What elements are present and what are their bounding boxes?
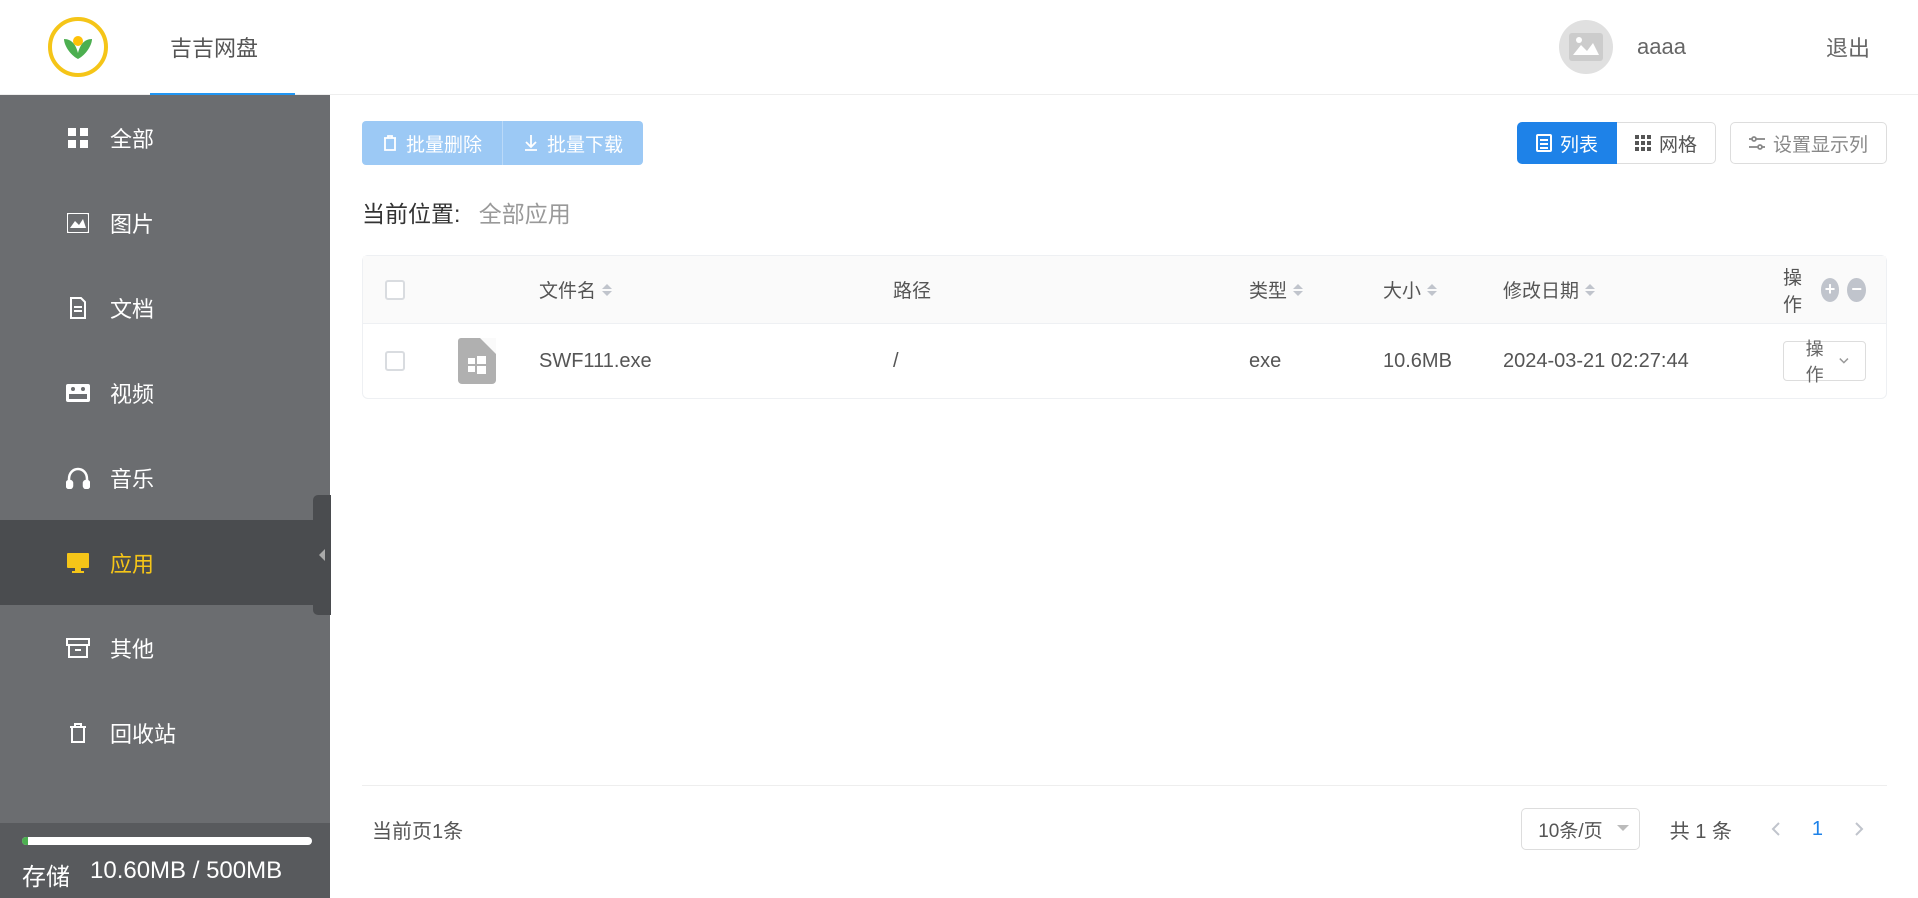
breadcrumb: 当前位置: 全部应用 bbox=[362, 195, 1887, 229]
file-name-cell[interactable]: SWF111.exe bbox=[527, 350, 881, 373]
file-table: 文件名 路径 类型 大小 修改日期 操作 + − SWF111.exe / ex… bbox=[362, 255, 1887, 399]
sidebar-item-music[interactable]: 音乐 bbox=[0, 435, 330, 520]
storage-progress bbox=[22, 837, 312, 845]
image-icon bbox=[66, 211, 90, 235]
current-page-info: 当前页1条 bbox=[372, 815, 463, 844]
sidebar-item-trash[interactable]: 回收站 bbox=[0, 690, 330, 775]
sort-icon bbox=[602, 278, 612, 302]
breadcrumb-value[interactable]: 全部应用 bbox=[479, 201, 571, 227]
remove-column-button[interactable]: − bbox=[1847, 278, 1866, 302]
table-row: SWF111.exe / exe 10.6MB 2024-03-21 02:27… bbox=[363, 324, 1886, 398]
batch-delete-button[interactable]: 批量删除 bbox=[362, 121, 502, 165]
sliders-icon bbox=[1749, 136, 1765, 150]
file-date-cell: 2024-03-21 02:27:44 bbox=[1491, 350, 1771, 373]
sidebar-item-video[interactable]: 视频 bbox=[0, 350, 330, 435]
column-header-name[interactable]: 文件名 bbox=[527, 276, 881, 303]
video-icon bbox=[66, 381, 90, 405]
sort-icon bbox=[1427, 278, 1437, 302]
trash-icon bbox=[382, 134, 398, 152]
sidebar-item-docs[interactable]: 文档 bbox=[0, 265, 330, 350]
exe-file-icon bbox=[458, 338, 496, 384]
pagination-footer: 当前页1条 10条/页 共 1 条 1 bbox=[362, 785, 1887, 872]
select-all-checkbox[interactable] bbox=[385, 280, 405, 300]
logo-icon bbox=[48, 17, 108, 77]
headphones-icon bbox=[66, 466, 90, 490]
column-header-type[interactable]: 类型 bbox=[1237, 276, 1371, 303]
file-path-cell: / bbox=[881, 350, 1237, 373]
storage-values: 10.60MB / 500MB bbox=[90, 857, 282, 892]
main-content: 批量删除 批量下载 列表 网格 设置显示列 bbox=[330, 95, 1918, 898]
sidebar-item-label: 应用 bbox=[110, 547, 154, 579]
sidebar-item-apps[interactable]: 应用 bbox=[0, 520, 330, 605]
sidebar-item-other[interactable]: 其他 bbox=[0, 605, 330, 690]
sidebar-collapse-button[interactable] bbox=[313, 495, 331, 615]
list-view-button[interactable]: 列表 bbox=[1517, 122, 1617, 164]
row-operation-button[interactable]: 操作 bbox=[1783, 341, 1866, 381]
sidebar-item-label: 全部 bbox=[110, 122, 154, 154]
column-header-date[interactable]: 修改日期 bbox=[1491, 276, 1771, 303]
toolbar: 批量删除 批量下载 列表 网格 设置显示列 bbox=[362, 121, 1887, 165]
file-type-cell: exe bbox=[1237, 350, 1371, 373]
storage-progress-fill bbox=[22, 837, 28, 845]
sidebar: 全部 图片 文档 视频 音乐 应用 其他 回收站 bbox=[0, 95, 330, 898]
username-label[interactable]: aaaa bbox=[1637, 34, 1686, 60]
total-count-text: 共 1 条 bbox=[1670, 815, 1732, 844]
set-columns-button[interactable]: 设置显示列 bbox=[1730, 122, 1887, 164]
grid-view-button[interactable]: 网格 bbox=[1617, 122, 1716, 164]
logout-button[interactable]: 退出 bbox=[1826, 31, 1870, 63]
app-header: 吉吉网盘 aaaa 退出 bbox=[0, 0, 1918, 95]
sort-icon bbox=[1293, 278, 1303, 302]
sidebar-item-label: 其他 bbox=[110, 632, 154, 664]
storage-label: 存储 bbox=[22, 857, 70, 892]
sort-icon bbox=[1585, 278, 1595, 302]
brand-name[interactable]: 吉吉网盘 bbox=[170, 31, 258, 63]
page-size-select[interactable]: 10条/页 bbox=[1521, 808, 1639, 850]
chevron-down-icon bbox=[1617, 825, 1629, 837]
sidebar-item-all[interactable]: 全部 bbox=[0, 95, 330, 180]
logo-wrap: 吉吉网盘 bbox=[48, 17, 258, 77]
sidebar-item-images[interactable]: 图片 bbox=[0, 180, 330, 265]
sidebar-item-label: 回收站 bbox=[110, 717, 176, 749]
archive-icon bbox=[66, 636, 90, 660]
sidebar-item-label: 音乐 bbox=[110, 462, 154, 494]
column-header-path: 路径 bbox=[881, 276, 1237, 303]
breadcrumb-label: 当前位置: bbox=[362, 201, 460, 227]
column-header-operation: 操作 + − bbox=[1771, 263, 1886, 317]
next-page-button[interactable] bbox=[1841, 811, 1877, 847]
trash-icon bbox=[66, 721, 90, 745]
list-icon bbox=[1536, 134, 1552, 152]
add-column-button[interactable]: + bbox=[1821, 278, 1840, 302]
row-checkbox[interactable] bbox=[385, 351, 405, 371]
sidebar-item-label: 文档 bbox=[110, 292, 154, 324]
chevron-down-icon bbox=[1839, 357, 1849, 365]
grid-icon bbox=[1635, 135, 1651, 151]
document-icon bbox=[66, 296, 90, 320]
download-icon bbox=[523, 134, 539, 152]
sidebar-item-label: 图片 bbox=[110, 207, 154, 239]
sidebar-item-label: 视频 bbox=[110, 377, 154, 409]
storage-panel: 存储 10.60MB / 500MB bbox=[0, 823, 330, 898]
page-number-1[interactable]: 1 bbox=[1812, 818, 1823, 841]
column-header-size[interactable]: 大小 bbox=[1371, 276, 1491, 303]
prev-page-button[interactable] bbox=[1758, 811, 1794, 847]
file-size-cell: 10.6MB bbox=[1371, 350, 1491, 373]
grid-icon bbox=[66, 126, 90, 150]
table-header-row: 文件名 路径 类型 大小 修改日期 操作 + − bbox=[363, 256, 1886, 324]
batch-download-button[interactable]: 批量下载 bbox=[502, 121, 643, 165]
monitor-icon bbox=[66, 551, 90, 575]
user-avatar[interactable] bbox=[1559, 20, 1613, 74]
